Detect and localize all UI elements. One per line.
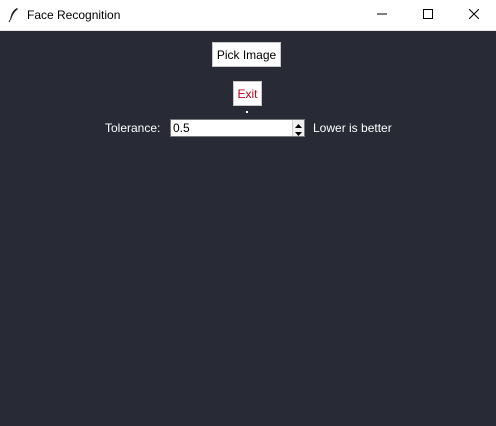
tolerance-spinbox[interactable] (170, 119, 305, 137)
minimize-icon (377, 6, 387, 24)
spin-arrows (292, 120, 304, 136)
arrow-down-icon (295, 123, 302, 141)
tolerance-hint: Lower is better (313, 121, 392, 135)
minimize-button[interactable] (359, 0, 405, 30)
close-icon (468, 6, 480, 24)
tolerance-label: Tolerance: (105, 121, 161, 135)
maximize-icon (423, 6, 433, 24)
close-button[interactable] (451, 0, 496, 30)
maximize-button[interactable] (405, 0, 451, 30)
pick-image-button[interactable]: Pick Image (212, 42, 281, 67)
app-window: Face Recognition Pick Image Exit Toleran… (0, 0, 496, 426)
exit-button[interactable]: Exit (233, 81, 262, 106)
spin-down-button[interactable] (293, 128, 304, 136)
title-bar[interactable]: Face Recognition (0, 0, 496, 31)
tolerance-input[interactable] (171, 120, 291, 136)
feather-icon (6, 7, 22, 23)
window-title: Face Recognition (27, 8, 121, 22)
status-dot (246, 111, 248, 113)
main-content: Pick Image Exit Tolerance: Lower is bett… (0, 31, 496, 426)
